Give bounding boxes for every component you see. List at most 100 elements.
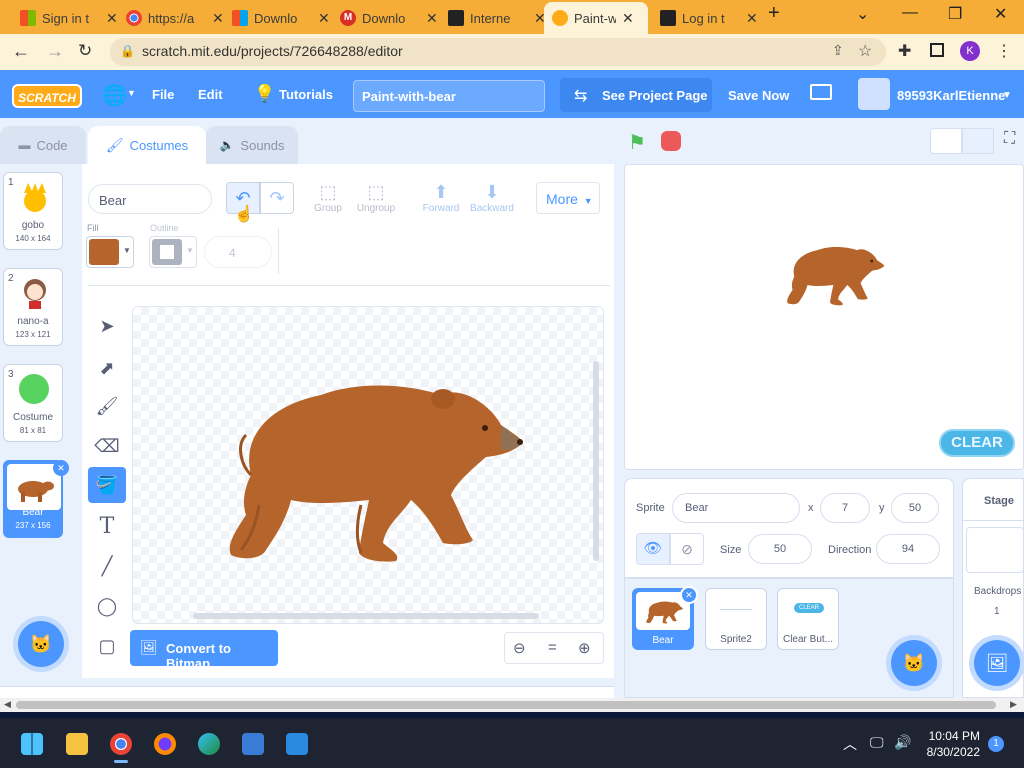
green-flag-icon[interactable]: ⚑ <box>628 130 646 155</box>
notification-badge[interactable]: 1 <box>988 736 1004 752</box>
bear-drawing[interactable] <box>211 365 531 575</box>
outline-width-input[interactable]: 4 <box>204 236 272 268</box>
fullscreen-icon[interactable]: ⛶ <box>1004 130 1015 148</box>
scratch-logo[interactable]: SCRATCH <box>12 84 82 108</box>
restore-button[interactable]: ❐ <box>948 4 962 24</box>
group-button[interactable]: ⬚ Group <box>310 182 346 214</box>
user-avatar[interactable] <box>858 78 890 110</box>
clock-time[interactable]: 10:04 PM <box>910 729 980 743</box>
backpack-bar[interactable] <box>0 686 614 698</box>
line-tool[interactable]: ╱ <box>88 548 126 584</box>
windows-start-icon[interactable] <box>21 733 43 755</box>
y-position-input[interactable]: 50 <box>891 493 939 523</box>
chevron-up-icon[interactable]: ︿ <box>843 734 857 754</box>
browser-tab[interactable]: Sign in t ✕ <box>12 4 126 32</box>
page-horizontal-scrollbar[interactable]: ◀ ▶ <box>0 698 1024 712</box>
size-input[interactable]: 50 <box>748 534 812 564</box>
save-now-button[interactable]: Save Now <box>728 88 789 103</box>
backdrop-thumbnail[interactable] <box>966 527 1024 573</box>
volume-icon[interactable]: 🔊 <box>894 734 911 751</box>
scroll-right-icon[interactable]: ▶ <box>1010 699 1017 710</box>
username[interactable]: 89593KarlEtienne <box>897 88 1005 103</box>
browser-tab[interactable]: Log in t ✕ <box>652 4 766 32</box>
choose-costume-button[interactable]: 🐱 <box>18 621 64 667</box>
costume-name-input[interactable]: Bear <box>88 184 212 214</box>
edge-icon[interactable] <box>198 733 220 755</box>
file-explorer-icon[interactable] <box>66 733 88 755</box>
lock-icon[interactable]: 🔒 <box>120 44 135 58</box>
horizontal-scrollbar[interactable] <box>193 613 539 619</box>
browser-tab[interactable]: M Downlo ✕ <box>332 4 446 32</box>
language-globe-icon[interactable]: 🌐 <box>102 83 127 108</box>
clock-date[interactable]: 8/30/2022 <box>910 745 980 759</box>
direction-input[interactable]: 94 <box>876 534 940 564</box>
sprite-tile[interactable]: Sprite2 <box>705 588 767 650</box>
zoom-reset-button[interactable]: = <box>548 639 557 656</box>
choose-sprite-button[interactable]: 🐱 <box>891 640 937 686</box>
share-icon[interactable]: ⇪ <box>832 42 844 59</box>
small-stage-button[interactable] <box>930 128 962 154</box>
extensions-icon[interactable]: ✚ <box>898 41 911 61</box>
show-sprite-button[interactable]: 👁 <box>636 533 670 565</box>
rectangle-tool[interactable]: ▢ <box>88 628 126 664</box>
brush-tool[interactable]: 🖌 <box>88 388 126 424</box>
close-tab-icon[interactable]: ✕ <box>212 10 224 27</box>
costume-item[interactable]: 2 nano-a 123 x 121 <box>3 268 63 346</box>
vertical-scrollbar[interactable] <box>593 361 599 561</box>
costume-item-selected[interactable]: 4 Bear 237 x 156 ✕ <box>3 460 69 538</box>
costume-item[interactable]: 1 gobo 140 x 164 <box>3 172 63 250</box>
edit-menu[interactable]: Edit <box>198 87 223 102</box>
paint-canvas[interactable] <box>132 306 604 624</box>
scroll-left-icon[interactable]: ◀ <box>4 699 11 710</box>
close-tab-icon[interactable]: ✕ <box>106 10 118 27</box>
profile-avatar[interactable]: K <box>960 41 980 61</box>
bookmark-star-icon[interactable]: ☆ <box>858 41 872 61</box>
side-panel-icon[interactable] <box>930 43 944 57</box>
choose-backdrop-button[interactable]: 🖼 <box>974 640 1020 686</box>
network-icon[interactable]: 🖵 <box>870 734 884 751</box>
ungroup-button[interactable]: ⬚ Ungroup <box>356 182 396 214</box>
browser-tab-active[interactable]: Paint-w ✕ <box>544 2 648 34</box>
sprite-tile[interactable]: CLEAR Clear But... <box>777 588 839 650</box>
zoom-in-icon[interactable]: ⊕ <box>578 639 591 657</box>
convert-to-bitmap-button[interactable]: 🖼 Convert to Bitmap <box>130 630 278 671</box>
browser-tab[interactable]: Interne ✕ <box>440 4 554 32</box>
mail-icon[interactable] <box>286 733 308 755</box>
close-window-button[interactable]: ✕ <box>994 4 1007 24</box>
browser-tab[interactable]: Downlo ✕ <box>224 4 338 32</box>
forward-button[interactable]: ⬆ Forward <box>420 182 462 214</box>
firefox-icon[interactable] <box>154 733 176 755</box>
delete-sprite-icon[interactable]: ✕ <box>680 586 698 604</box>
url-text[interactable]: scratch.mit.edu/projects/726648288/edito… <box>142 43 403 59</box>
back-arrow-icon[interactable]: ← <box>12 41 30 62</box>
project-title-input[interactable]: Paint-with-bear <box>353 80 545 112</box>
x-position-input[interactable]: 7 <box>820 493 870 523</box>
sprite-tile-selected[interactable]: Bear ✕ <box>632 586 698 650</box>
lightbulb-icon[interactable]: 💡 <box>254 84 275 104</box>
tab-code[interactable]: ▬ Code <box>0 126 86 164</box>
sprite-name-input[interactable]: Bear <box>672 493 800 523</box>
outline-color-picker[interactable]: ▼ <box>149 236 197 268</box>
close-tab-icon[interactable]: ✕ <box>622 10 634 27</box>
browser-menu-icon[interactable]: ⋮ <box>996 41 1012 61</box>
notepad-icon[interactable] <box>242 733 264 755</box>
chevron-down-icon[interactable]: ▼ <box>1002 90 1012 101</box>
eraser-tool[interactable]: ⌫ <box>88 428 126 464</box>
text-tool[interactable]: T <box>88 508 126 544</box>
tab-search-icon[interactable]: ⌄ <box>856 4 869 24</box>
tab-sounds[interactable]: 🔈 Sounds <box>206 126 298 164</box>
chrome-icon[interactable] <box>110 733 132 755</box>
more-menu-button[interactable]: More ▼ <box>536 182 600 214</box>
browser-tab[interactable]: https://a ✕ <box>118 4 232 32</box>
zoom-out-icon[interactable]: ⊖ <box>513 639 526 657</box>
circle-tool[interactable]: ◯ <box>88 588 126 624</box>
close-tab-icon[interactable]: ✕ <box>318 10 330 27</box>
fill-color-picker[interactable]: ▼ <box>86 236 134 268</box>
tab-costumes[interactable]: 🖌 Costumes <box>88 126 206 164</box>
tutorials-menu[interactable]: Tutorials <box>279 87 333 102</box>
backward-button[interactable]: ⬇ Backward <box>468 182 516 214</box>
close-tab-icon[interactable]: ✕ <box>426 10 438 27</box>
file-menu[interactable]: File <box>152 87 174 102</box>
reshape-tool[interactable]: ⬈ <box>88 350 126 386</box>
delete-costume-icon[interactable]: ✕ <box>53 460 69 476</box>
